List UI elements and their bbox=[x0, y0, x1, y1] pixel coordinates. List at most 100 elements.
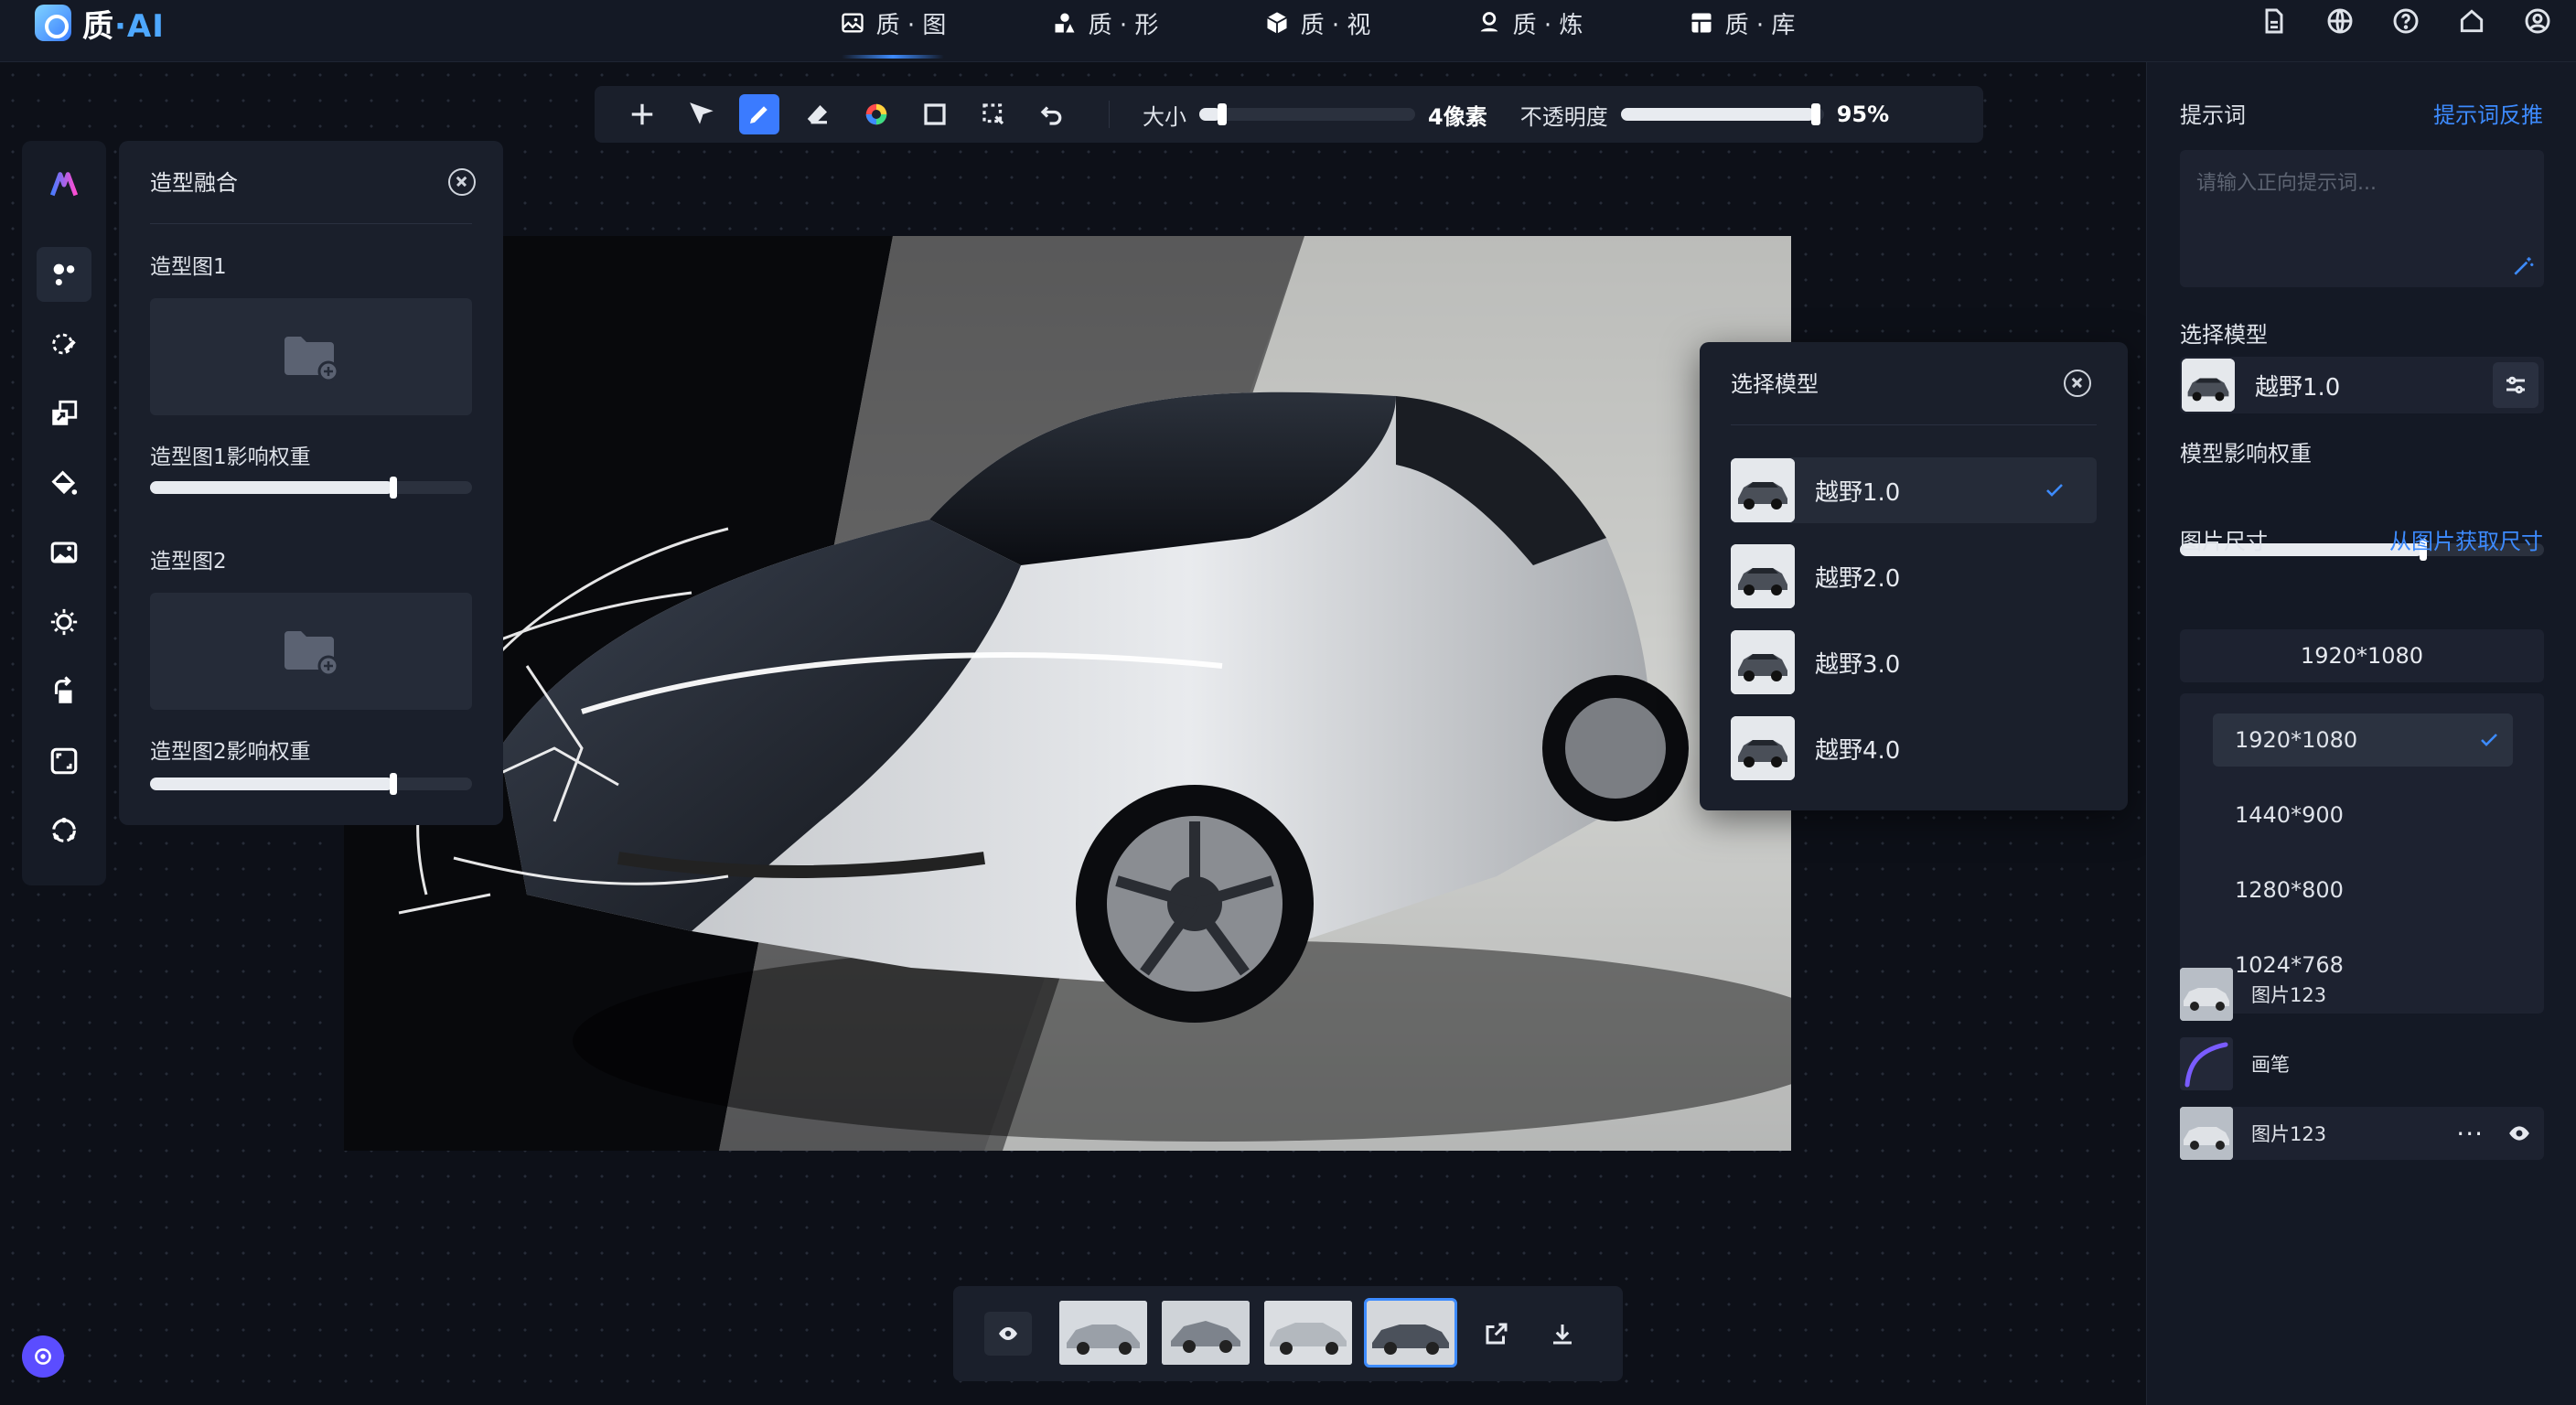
model-select-popup: 选择模型 越野1.0 越野2.0 越野3.0 越野4.0 bbox=[1700, 342, 2128, 810]
eraser-tool[interactable] bbox=[798, 94, 838, 134]
rail-refresh[interactable] bbox=[37, 803, 91, 858]
fusion-icon bbox=[53, 263, 75, 286]
selected-model-name: 越野1.0 bbox=[2255, 373, 2341, 402]
close-icon[interactable] bbox=[2064, 370, 2091, 397]
crop-frame-icon bbox=[50, 747, 78, 775]
model-thumbnail bbox=[1731, 630, 1795, 694]
assistant-button[interactable] bbox=[22, 1335, 64, 1378]
prompt-label: 提示词 bbox=[2180, 102, 2246, 128]
rail-image-gen[interactable] bbox=[37, 525, 91, 580]
layer-thumbnail bbox=[2180, 968, 2233, 1021]
model-settings-button[interactable] bbox=[2493, 362, 2538, 408]
model-option[interactable]: 越野2.0 bbox=[1731, 543, 2097, 609]
tab-refine[interactable]: 质 · 炼 bbox=[1423, 0, 1636, 46]
brush-size-knob[interactable] bbox=[1218, 103, 1227, 125]
model-option[interactable]: 越野3.0 bbox=[1731, 629, 2097, 695]
preview-toggle[interactable] bbox=[984, 1312, 1032, 1356]
tab-library[interactable]: 质 · 库 bbox=[1636, 0, 1848, 46]
resize-icon bbox=[52, 400, 78, 425]
model-thumbnail bbox=[2182, 359, 2235, 412]
image1-weight-slider[interactable] bbox=[150, 477, 472, 499]
opacity-slider[interactable] bbox=[1620, 103, 1824, 125]
rotate-icon bbox=[54, 676, 72, 703]
logo[interactable]: 质·AI bbox=[35, 0, 165, 46]
download-icon bbox=[1553, 1325, 1572, 1345]
move-tool[interactable] bbox=[622, 94, 662, 134]
magic-wand-icon[interactable] bbox=[2511, 254, 2535, 278]
result-thumbnail[interactable] bbox=[1264, 1301, 1352, 1365]
more-icon[interactable]: ··· bbox=[2456, 1119, 2484, 1149]
rail-fusion[interactable] bbox=[37, 247, 91, 302]
weight-label: 模型影响权重 bbox=[2180, 441, 2312, 467]
check-icon bbox=[2481, 734, 2497, 746]
rail-ai-logo[interactable] bbox=[37, 157, 91, 212]
prompt-input[interactable] bbox=[2180, 150, 2544, 287]
rail-lighting[interactable] bbox=[37, 595, 91, 649]
result-thumbnail[interactable] bbox=[1162, 1301, 1250, 1365]
square-icon bbox=[924, 103, 946, 125]
opacity-knob[interactable] bbox=[1810, 103, 1820, 125]
globe-icon[interactable] bbox=[2324, 5, 2356, 38]
model-name: 越野4.0 bbox=[1815, 736, 1901, 765]
top-bar: 质·AI 质 · 图 质 · 形 质 · 视 质 · 炼 质 · 库 bbox=[0, 0, 2576, 62]
rail-rotate[interactable] bbox=[37, 664, 91, 719]
size-select[interactable]: 1920*1080 bbox=[2180, 629, 2544, 682]
image1-upload[interactable] bbox=[150, 298, 472, 415]
layer-item[interactable]: 图片123 bbox=[2180, 968, 2544, 1021]
select-tool[interactable] bbox=[681, 94, 721, 134]
logo-icon bbox=[35, 5, 71, 41]
rail-transform[interactable] bbox=[37, 386, 91, 441]
lasso-tool[interactable] bbox=[973, 94, 1014, 134]
image1-weight-knob[interactable] bbox=[390, 477, 397, 499]
download-button[interactable] bbox=[1544, 1315, 1581, 1352]
user-icon[interactable] bbox=[2521, 5, 2554, 38]
canvas-image[interactable] bbox=[344, 236, 1791, 1151]
model-name: 越野1.0 bbox=[1815, 478, 1901, 507]
export-icon bbox=[1486, 1323, 1508, 1345]
color-tool[interactable] bbox=[856, 94, 896, 134]
layer-name: 画笔 bbox=[2251, 1054, 2290, 1076]
tab-image-label: 质 · 图 bbox=[875, 11, 947, 39]
rail-sketch[interactable] bbox=[37, 316, 91, 371]
layer-item[interactable]: 图片123 ··· bbox=[2180, 1107, 2544, 1160]
close-icon[interactable] bbox=[448, 168, 476, 196]
rectangle-tool[interactable] bbox=[915, 94, 955, 134]
size-from-image-link[interactable]: 从图片获取尺寸 bbox=[2389, 523, 2543, 555]
library-icon bbox=[1691, 13, 1712, 33]
share-button[interactable] bbox=[1478, 1315, 1515, 1352]
brush-stroke-thumbnail bbox=[2180, 1037, 2233, 1090]
divider bbox=[1731, 424, 2097, 425]
brush-tool[interactable] bbox=[739, 94, 779, 134]
model-option[interactable]: 越野1.0 bbox=[1731, 457, 2097, 523]
size-label: 大小 bbox=[1143, 103, 1186, 130]
image2-upload[interactable] bbox=[150, 593, 472, 710]
result-thumbnail[interactable] bbox=[1364, 1298, 1457, 1367]
image2-weight-knob[interactable] bbox=[390, 773, 397, 795]
opacity-value: 95% bbox=[1836, 102, 1890, 127]
undo-tool[interactable] bbox=[1032, 94, 1072, 134]
size-option-label: 1920*1080 bbox=[2235, 727, 2358, 753]
size-label: 图片尺寸 bbox=[2180, 529, 2268, 554]
size-option[interactable]: 1440*900 bbox=[2213, 788, 2513, 842]
main-nav: 质 · 图 质 · 形 质 · 视 质 · 炼 质 · 库 bbox=[787, 0, 1848, 59]
model-option[interactable]: 越野4.0 bbox=[1731, 715, 2097, 781]
prompt-reverse-link[interactable]: 提示词反推 bbox=[2433, 97, 2543, 129]
rail-crop[interactable] bbox=[37, 734, 91, 788]
prompt-box bbox=[2180, 150, 2544, 287]
image2-weight-slider[interactable] bbox=[150, 773, 472, 795]
eye-icon[interactable] bbox=[2507, 1121, 2531, 1145]
rail-fill[interactable] bbox=[37, 456, 91, 510]
size-option[interactable]: 1920*1080 bbox=[2213, 713, 2513, 767]
result-thumbnail[interactable] bbox=[1059, 1301, 1147, 1365]
tab-image[interactable]: 质 · 图 bbox=[787, 0, 999, 59]
help-icon[interactable] bbox=[2389, 5, 2422, 38]
layer-item[interactable]: 画笔 bbox=[2180, 1037, 2544, 1090]
tab-shape[interactable]: 质 · 形 bbox=[999, 0, 1211, 46]
cursor-icon bbox=[690, 102, 714, 124]
brush-size-slider[interactable] bbox=[1199, 103, 1415, 125]
document-icon[interactable] bbox=[2258, 5, 2291, 38]
home-icon[interactable] bbox=[2455, 5, 2488, 38]
size-option[interactable]: 1280*800 bbox=[2213, 863, 2513, 917]
model-selector[interactable]: 越野1.0 bbox=[2180, 357, 2544, 413]
tab-view[interactable]: 质 · 视 bbox=[1211, 0, 1423, 46]
